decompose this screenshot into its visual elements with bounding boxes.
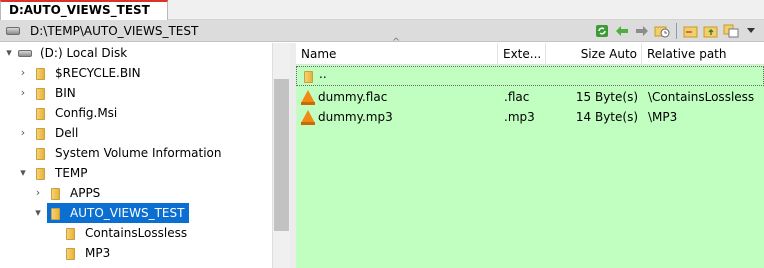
folder-icon [36,148,45,160]
tree-item-label: BIN [55,86,76,100]
folder-icon [51,188,60,200]
list-row[interactable]: dummy.mp3 .mp3 14 Byte(s) \MP3 [296,107,764,127]
collapse-icon[interactable]: ▾ [4,43,14,63]
column-extension[interactable]: Exte... [498,43,546,65]
tree-item-label: TEMP [55,166,88,180]
file-size: 15 Byte(s) [575,90,638,104]
path-bar: D:\TEMP\AUTO_VIEWS_TEST [0,20,764,42]
tree-scrollbar[interactable] [272,43,290,268]
expand-icon[interactable]: › [18,63,28,83]
drive-icon [6,27,20,35]
collapse-icon[interactable]: ▾ [33,203,43,223]
list-row[interactable]: dummy.flac .flac 15 Byte(s) \ContainsLos… [296,87,764,107]
file-list: ^ Name Exte... Size Auto Relative path .… [296,37,764,268]
folder-icon [66,248,75,260]
expand-icon[interactable]: › [18,123,28,143]
tree-item-label: (D:) Local Disk [40,46,128,60]
folder-icon [304,71,313,83]
file-extension: .mp3 [504,110,535,124]
folder-history-icon[interactable] [653,22,671,40]
file-name: dummy.flac [318,90,388,104]
tree-item-label: MP3 [85,246,111,260]
folder-icon [66,228,75,240]
folder-icon [51,208,60,220]
folder-icon [36,68,45,80]
tree-item-label: $RECYCLE.BIN [55,66,141,80]
file-size: 14 Byte(s) [575,110,638,124]
new-folder-icon[interactable] [682,22,700,40]
tree-scrollbar-thumb[interactable] [274,79,289,231]
tab-strip: D:AUTO_VIEWS_TEST [0,0,764,20]
back-arrow-icon[interactable] [613,22,631,40]
column-size[interactable]: Size Auto [546,43,642,65]
tree-item-label: Config.Msi [55,106,118,120]
current-path[interactable]: D:\TEMP\AUTO_VIEWS_TEST [30,24,198,38]
expand-icon[interactable]: › [33,183,43,203]
forward-arrow-icon[interactable] [633,22,651,40]
folder-icon [36,88,45,100]
vlc-cone-icon [301,110,315,125]
tab-auto-views-test[interactable]: D:AUTO_VIEWS_TEST [0,0,168,20]
folder-icon [36,168,45,180]
tree-item-label: AUTO_VIEWS_TEST [70,206,185,220]
column-relative-path[interactable]: Relative path [642,43,764,65]
list-row-parent[interactable]: .. [296,66,764,86]
drive-icon [18,50,32,57]
parent-folder-icon[interactable] [702,22,720,40]
folder-tree: ▾ (D:) Local Disk › $RECYCLE.BIN › BIN C… [0,43,272,268]
expand-icon[interactable]: › [18,83,28,103]
file-name: dummy.mp3 [318,110,393,124]
toolbar-separator [676,23,677,39]
folder-icon [36,128,45,140]
copy-icon[interactable] [722,22,740,40]
list-header: ^ Name Exte... Size Auto Relative path [296,37,764,65]
file-relative-path: \MP3 [648,110,678,124]
collapse-icon[interactable]: ▾ [18,163,28,183]
path-toolbar [593,20,764,42]
folder-icon [36,108,45,120]
tree-item-label: APPS [70,186,101,200]
dropdown-icon[interactable] [742,22,760,40]
column-name[interactable]: Name [296,43,498,65]
vlc-cone-icon [301,90,315,105]
tree-item-label: ContainsLossless [85,226,188,240]
parent-folder-label: .. [319,67,327,81]
tree-item-label: Dell [55,126,79,140]
tree-item-label: System Volume Information [55,146,222,160]
refresh-icon[interactable] [593,22,611,40]
file-relative-path: \ContainsLossless [648,90,755,104]
file-extension: .flac [504,90,530,104]
